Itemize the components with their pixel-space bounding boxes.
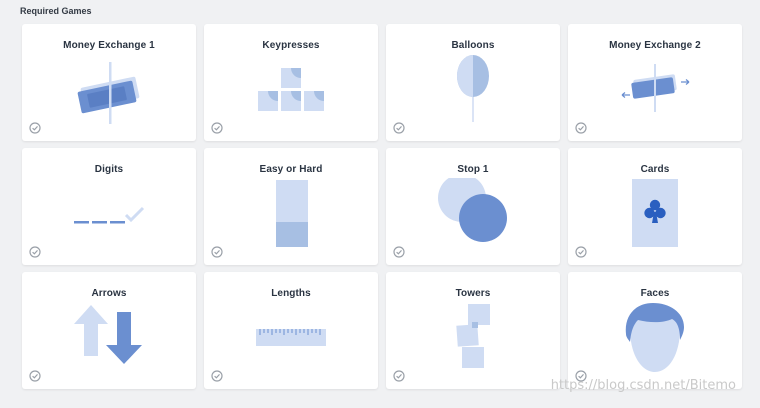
game-title: Keypresses bbox=[262, 40, 320, 51]
game-title: Easy or Hard bbox=[259, 164, 323, 175]
game-title: Money Exchange 2 bbox=[609, 40, 701, 51]
check-icon bbox=[575, 122, 587, 134]
game-card-easy-or-hard[interactable]: Easy or Hard bbox=[204, 148, 378, 265]
game-card-digits[interactable]: Digits bbox=[22, 148, 196, 265]
keypresses-icon bbox=[258, 68, 324, 111]
game-title: Money Exchange 1 bbox=[63, 40, 155, 51]
game-card-towers[interactable]: Towers bbox=[386, 272, 560, 389]
game-card-money-exchange-1[interactable]: Money Exchange 1 bbox=[22, 24, 196, 141]
money-exchange-arrows-icon bbox=[621, 64, 690, 112]
ruler-icon bbox=[256, 329, 326, 346]
game-card-keypresses[interactable]: Keypresses bbox=[204, 24, 378, 141]
game-title: Balloons bbox=[451, 40, 495, 51]
game-card-faces[interactable]: Faces bbox=[568, 272, 742, 389]
watermark: https://blog.csdn.net/Bitemo bbox=[550, 378, 736, 393]
check-icon bbox=[211, 370, 223, 382]
game-card-money-exchange-2[interactable]: Money Exchange 2 bbox=[568, 24, 742, 141]
game-title: Faces bbox=[640, 288, 670, 299]
game-title: Arrows bbox=[91, 288, 127, 299]
game-title: Lengths bbox=[271, 288, 311, 299]
check-icon bbox=[393, 122, 405, 134]
check-icon bbox=[211, 246, 223, 258]
page: Required Games Money Exchange 1 Keypress… bbox=[0, 0, 760, 408]
games-grid: Money Exchange 1 Keypresses Balloons Mon… bbox=[22, 24, 742, 389]
check-icon bbox=[575, 246, 587, 258]
money-exchange-icon bbox=[77, 62, 140, 124]
game-title: Digits bbox=[94, 164, 124, 175]
check-icon bbox=[29, 370, 41, 382]
section-title: Required Games bbox=[20, 6, 92, 16]
towers-icon bbox=[456, 304, 490, 368]
game-card-lengths[interactable]: Lengths bbox=[204, 272, 378, 389]
game-card-cards[interactable]: Cards bbox=[568, 148, 742, 265]
check-icon bbox=[393, 370, 405, 382]
check-icon bbox=[393, 246, 405, 258]
game-title: Cards bbox=[640, 164, 670, 175]
balloon-icon bbox=[457, 55, 489, 122]
stop-circles-icon bbox=[438, 178, 507, 242]
club-card-icon bbox=[632, 179, 678, 247]
game-title: Towers bbox=[455, 288, 491, 299]
check-icon bbox=[29, 122, 41, 134]
game-card-balloons[interactable]: Balloons bbox=[386, 24, 560, 141]
game-card-stop-1[interactable]: Stop 1 bbox=[386, 148, 560, 265]
game-title: Stop 1 bbox=[457, 164, 489, 175]
check-icon bbox=[29, 246, 41, 258]
check-icon bbox=[211, 122, 223, 134]
game-card-arrows[interactable]: Arrows bbox=[22, 272, 196, 389]
face-icon bbox=[625, 303, 684, 372]
easy-hard-icon bbox=[276, 180, 308, 247]
digits-icon bbox=[74, 206, 145, 224]
up-down-arrows-icon bbox=[74, 305, 142, 364]
